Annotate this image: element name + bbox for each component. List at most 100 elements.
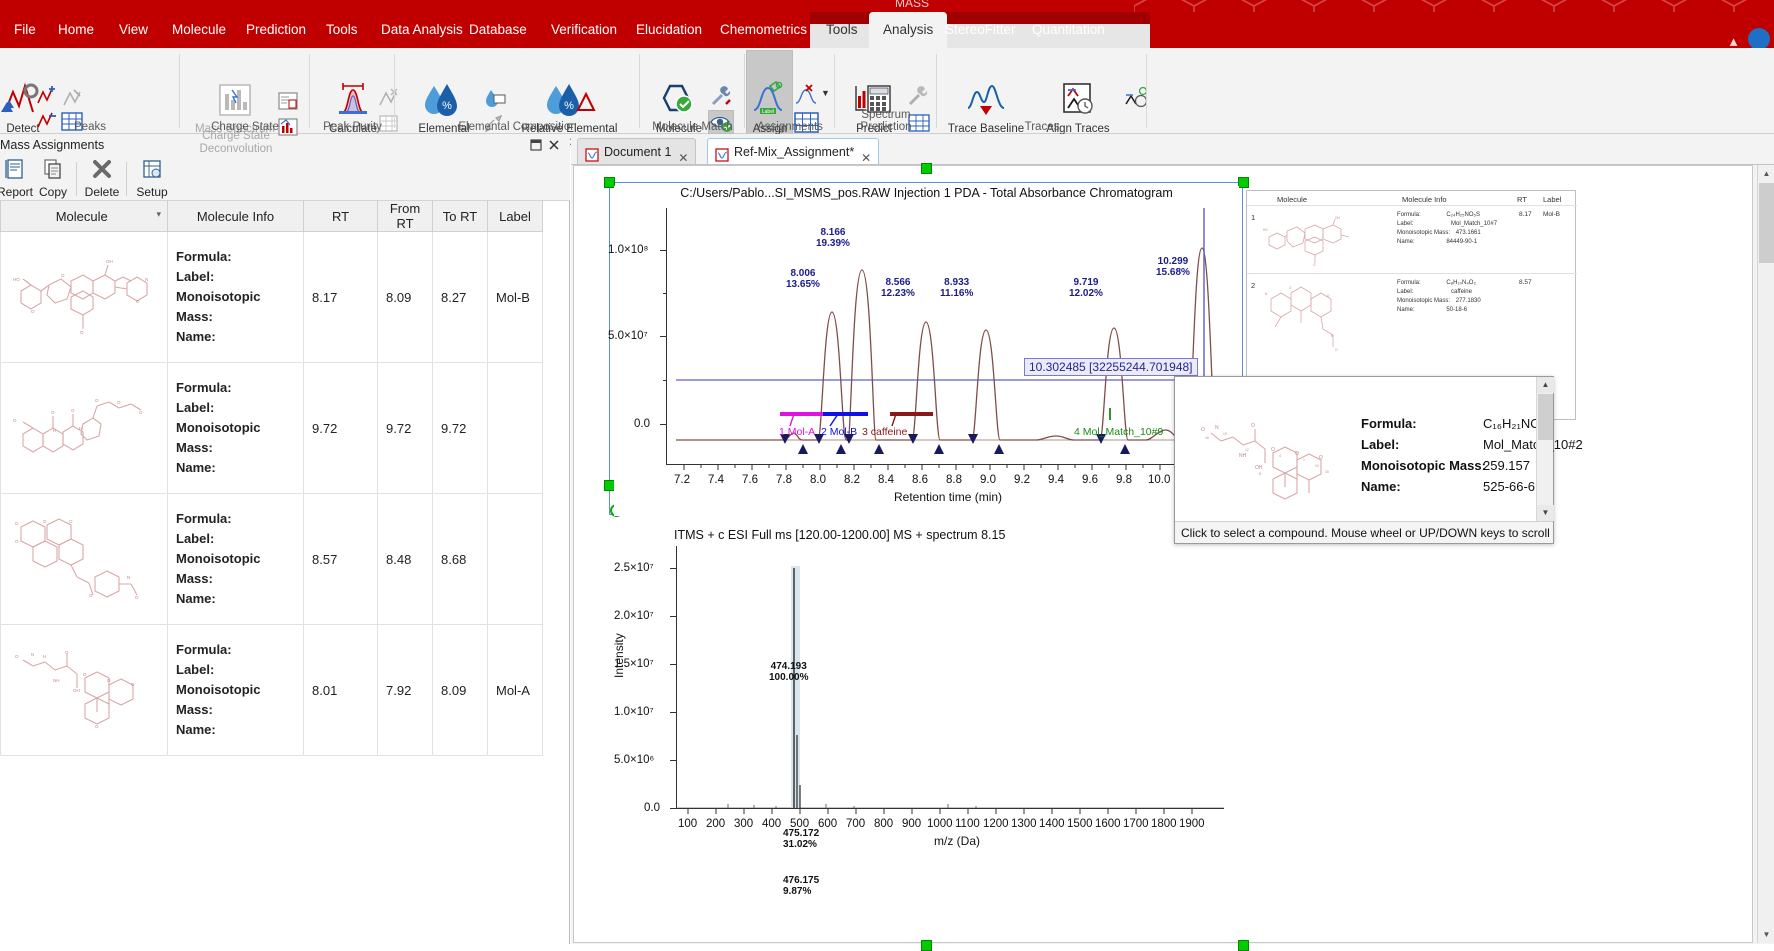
mol-list-label-1: Mol_Match_10#7 [1451, 221, 1497, 227]
scroll-thumb[interactable] [1538, 394, 1553, 440]
column-header-label[interactable]: Label [488, 201, 543, 232]
delete-button[interactable]: Delete [77, 158, 127, 199]
help-icon[interactable] [1748, 28, 1770, 50]
resize-handle-tr[interactable] [1238, 177, 1249, 188]
ribbon-tab-file[interactable]: File [0, 12, 50, 48]
deconvolution-report-icon[interactable] [276, 90, 300, 115]
molecule-structure-cell[interactable]: ON HNH OOH OO OO [1, 625, 168, 756]
mass-assignments-panel: Mass Assignments Report [0, 134, 570, 944]
ribbon-tab-home[interactable]: Home [44, 12, 108, 48]
compound-selection-popup[interactable]: ✕ ON NHO OHO OO 1819 [1174, 376, 1554, 544]
ms-y-ticklabel-10e6: 1.0×10⁷ [614, 706, 654, 718]
table-row[interactable]: OO OO ON O Formula: Label: Monoisotopic … [1, 494, 543, 625]
ribbon-group-assignments: Label Assign ▼ Assignments [745, 48, 835, 134]
ribbon-tab-quantitation[interactable]: Quantitation [1018, 12, 1119, 48]
ribbon-tab-view[interactable]: View [105, 12, 162, 48]
ribbon-tab-chemometrics[interactable]: Chemometrics [706, 12, 821, 48]
copy-button[interactable]: Copy [28, 158, 78, 199]
peak-edit-icon[interactable] [62, 88, 84, 111]
from-rt-cell[interactable]: 7.92 [378, 625, 433, 756]
ms-x-ticklabel-12: 1300 [1011, 818, 1037, 830]
rt-cell[interactable]: 8.57 [304, 494, 378, 625]
ribbon-tab-prediction[interactable]: Prediction [232, 12, 320, 48]
column-header-to-rt[interactable]: To RT [433, 201, 488, 232]
ms-x-ticklabel-16: 1700 [1123, 818, 1149, 830]
ribbon-tab-elucidation[interactable]: Elucidation [622, 12, 716, 48]
y-tick-1e8 [660, 250, 666, 251]
table-row[interactable]: HOOH OO OO N Formula: Label: Monoisotopi… [1, 232, 543, 363]
scroll-down-icon[interactable]: ▼ [1758, 926, 1774, 943]
label-cell[interactable] [488, 363, 543, 494]
ribbon-tab-stereofitter[interactable]: StereoFitter [931, 12, 1030, 48]
from-rt-cell[interactable]: 8.48 [378, 494, 433, 625]
from-rt-cell[interactable]: 9.72 [378, 363, 433, 494]
close-panel-icon[interactable] [547, 138, 561, 152]
ribbon-tab-database[interactable]: Database [455, 12, 541, 48]
column-header-rt[interactable]: RT [304, 201, 378, 232]
rt-cell[interactable]: 9.72 [304, 363, 378, 494]
mol-list-info-2: Formula: C₈H₁₀N₄O₂ Label: caffeine Monoi… [1397, 279, 1481, 315]
column-header-from-rt[interactable]: From RT [378, 201, 433, 232]
resize-handle-b[interactable] [921, 940, 932, 951]
mol-list-structure-1[interactable]: HOOHO [1261, 211, 1361, 269]
ms-x-ticklabel-8: 900 [902, 818, 921, 830]
column-header-molecule[interactable]: Molecule ▾ [1, 201, 168, 232]
deconvolution-chart-icon[interactable] [276, 116, 300, 141]
elemental-composition-settings-icon[interactable] [483, 86, 507, 111]
predict-settings-icon[interactable] [907, 86, 931, 111]
resize-handle-t[interactable] [921, 163, 932, 174]
setup-button[interactable]: Setup [127, 158, 177, 199]
add-peak-icon[interactable] [36, 86, 58, 109]
ribbon-tab-verification[interactable]: Verification [537, 12, 631, 48]
mol-list-info-1: Formula: C₂₄H₂₅NO₅S Label: Mol_Match_10#… [1397, 211, 1497, 247]
document-tab-document1[interactable]: Document 1 ✕ [577, 138, 696, 165]
pin-panel-icon[interactable] [529, 138, 543, 152]
molecule-structure-cell[interactable]: HOOH OO OO N [1, 232, 168, 363]
scroll-up-icon[interactable]: ▲ [1758, 165, 1774, 182]
to-rt-cell[interactable]: 8.09 [433, 625, 488, 756]
resize-handle-br[interactable] [1238, 940, 1249, 951]
to-rt-cell[interactable]: 8.27 [433, 232, 488, 363]
info-mass-label: Monoisotopic Mass: [176, 549, 295, 589]
label-cell[interactable] [488, 494, 543, 625]
ribbon-tab-tools[interactable]: Tools [312, 12, 372, 48]
table-row[interactable]: OO OO OO HH Formula: Label: Monoisotopic… [1, 363, 543, 494]
chevron-down-icon[interactable]: ▾ [156, 209, 161, 220]
ribbon-group-assignments-label: Assignments [745, 121, 835, 133]
svg-text:19: 19 [1223, 432, 1227, 436]
document-canvas[interactable]: C:/Users/Pablo...SI_MSMS_pos.RAW Injecti… [573, 165, 1753, 943]
rt-cell[interactable]: 8.17 [304, 232, 378, 363]
to-rt-cell[interactable]: 9.72 [433, 363, 488, 494]
assign-dropdown-icon[interactable]: ▼ [821, 88, 830, 98]
ribbon-tab-molecule[interactable]: Molecule [158, 12, 240, 48]
canvas-scrollbar[interactable]: ▲ ▼ [1757, 165, 1774, 943]
scroll-thumb[interactable] [1759, 183, 1774, 263]
charge-state-deconvolution-button[interactable]: Charge State Deconvolution [191, 130, 281, 156]
label-cell[interactable]: Mol-B [488, 232, 543, 363]
mol-list-mass-label-2: Monoisotopic Mass: [1397, 298, 1450, 304]
scroll-up-icon[interactable]: ▲ [1537, 377, 1554, 393]
document-tab-refmix[interactable]: Ref-Mix_Assignment* ✕ [707, 138, 879, 165]
chromatogram-plot[interactable]: C:/Users/Pablo...SI_MSMS_pos.RAW Injecti… [614, 186, 1239, 516]
to-rt-cell[interactable]: 8.68 [433, 494, 488, 625]
column-header-molecule-info[interactable]: Molecule Info [168, 201, 304, 232]
from-rt-cell[interactable]: 8.09 [378, 232, 433, 363]
mol-list-structure-2[interactable]: NO ONO [1261, 279, 1361, 359]
ribbon-tab-ctx-tools[interactable]: Tools [812, 12, 872, 48]
chromatogram-title: C:/Users/Pablo...SI_MSMS_pos.RAW Injecti… [614, 186, 1239, 200]
rt-cell[interactable]: 8.01 [304, 625, 378, 756]
scroll-down-icon[interactable]: ▼ [1537, 505, 1554, 521]
assign-remove-icon[interactable] [793, 84, 819, 109]
ms-y-ticklabel-20e6: 2.0×10⁷ [614, 610, 654, 622]
molecule-structure-cell[interactable]: OO OO ON O [1, 494, 168, 625]
mol-list-formula-1: C₂₄H₂₅NO₅S [1446, 212, 1480, 218]
table-row[interactable]: ON HNH OOH OO OO Formula: Label: Monoiso… [1, 625, 543, 756]
collapse-ribbon-icon[interactable]: ▲ [1727, 34, 1740, 49]
ribbon-group-traces-label: Traces [937, 121, 1147, 133]
mass-spectrum-plot[interactable]: ITMS + c ESI Full ms [120.00-1200.00] MS… [614, 528, 1239, 848]
molecule-structure-cell[interactable]: OO OO OO HH [1, 363, 168, 494]
table-header-row: Molecule ▾ Molecule Info RT From RT To R… [1, 201, 543, 232]
document-tab-refmix-label: Ref-Mix_Assignment* [734, 145, 854, 159]
label-cell[interactable]: Mol-A [488, 625, 543, 756]
compound-popup-scrollbar[interactable]: ▲ ▼ [1536, 377, 1553, 521]
